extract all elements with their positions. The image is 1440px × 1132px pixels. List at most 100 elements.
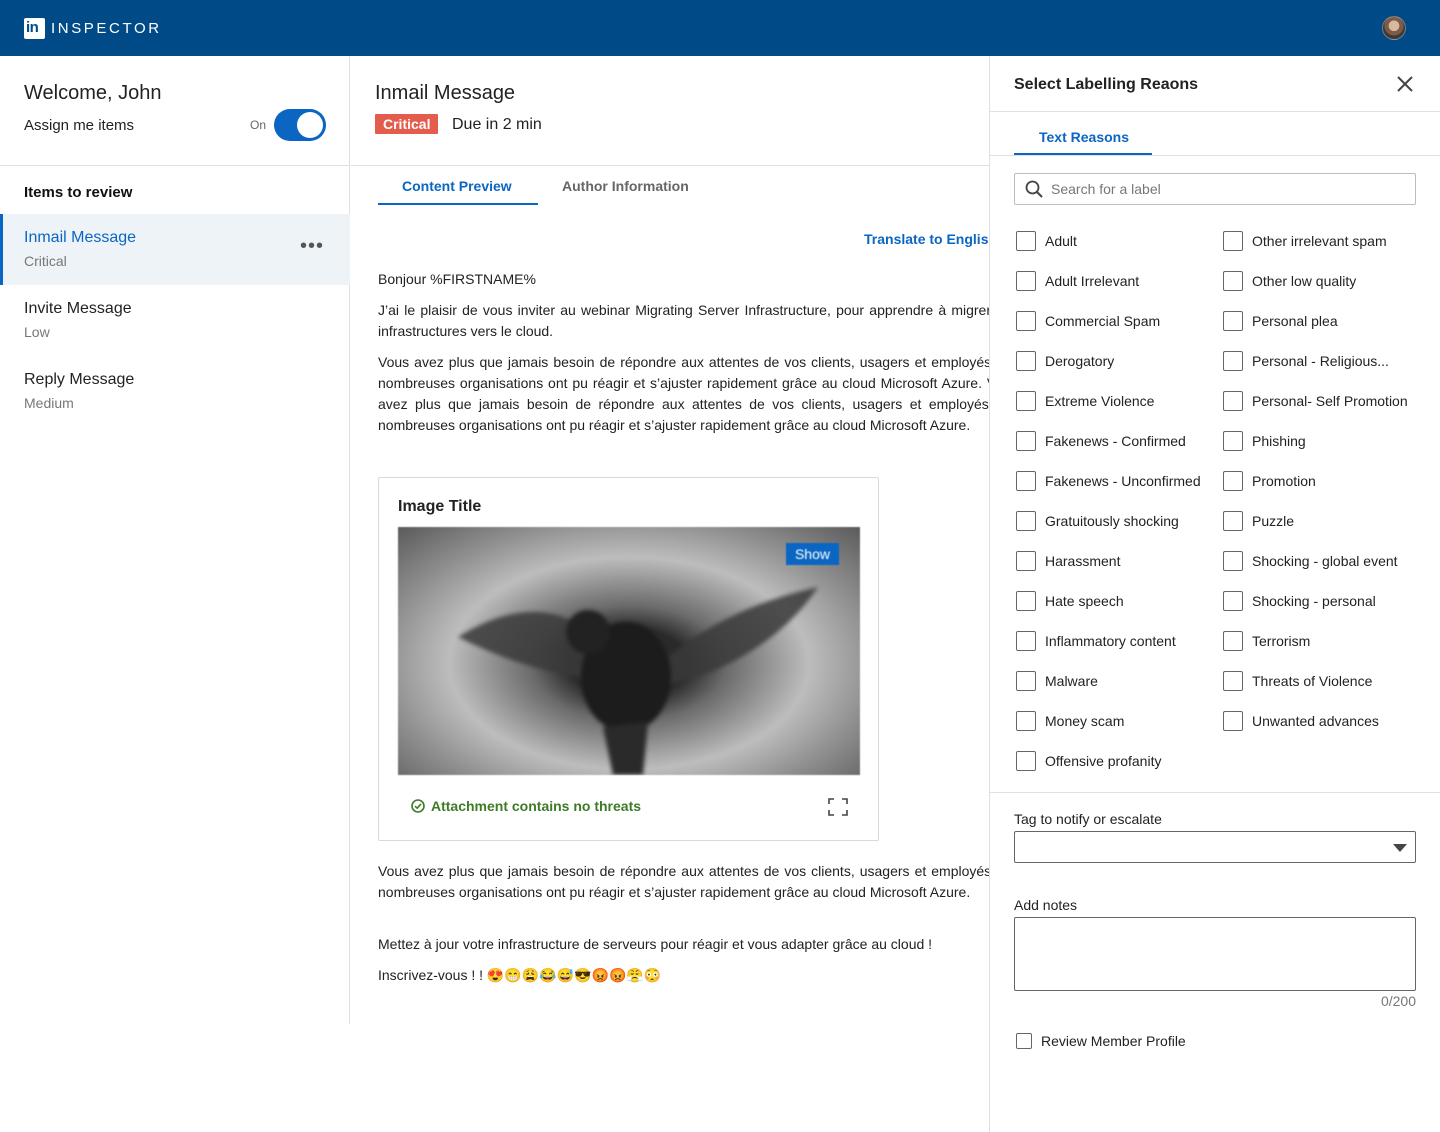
notes-label: Add notes	[1014, 897, 1078, 913]
checkbox[interactable]	[1223, 711, 1243, 731]
reason-checkbox-row[interactable]: Inflammatory content	[1016, 631, 1176, 651]
panel-title: Select Labelling Reaons	[1014, 76, 1199, 93]
search-input[interactable]	[1051, 181, 1391, 197]
queue-item-priority: Critical	[24, 253, 67, 269]
labelling-panel: Select Labelling Reaons Text Reasons Adu…	[989, 56, 1440, 1132]
reason-checkbox-row[interactable]: Other irrelevant spam	[1223, 231, 1387, 251]
message-paragraph: Mettez à jour votre infrastructure de se…	[378, 936, 933, 952]
checkbox[interactable]	[1016, 631, 1036, 651]
show-image-button[interactable]: Show	[785, 543, 839, 565]
reason-checkbox-row[interactable]: Personal - Religious...	[1223, 351, 1389, 371]
reason-checkbox-row[interactable]: Personal plea	[1223, 311, 1338, 331]
reason-checkbox-row[interactable]: Malware	[1016, 671, 1098, 691]
queue-item-inmail[interactable]: Inmail Message Critical •••	[0, 214, 350, 285]
toggle-state-label: On	[250, 118, 267, 132]
expand-icon[interactable]	[828, 798, 848, 816]
reason-checkbox-row[interactable]: Commercial Spam	[1016, 311, 1160, 331]
user-avatar[interactable]	[1382, 16, 1406, 40]
review-member-profile[interactable]: Review Member Profile	[1016, 1033, 1186, 1049]
app-brand: INSPECTOR	[51, 19, 162, 37]
reason-label: Other low quality	[1252, 273, 1357, 289]
checkbox[interactable]	[1223, 231, 1243, 251]
reason-label: Inflammatory content	[1045, 633, 1176, 649]
checkbox[interactable]	[1016, 711, 1036, 731]
checkbox[interactable]	[1016, 391, 1036, 411]
checkbox[interactable]	[1223, 671, 1243, 691]
active-tab-indicator	[378, 203, 538, 205]
linkedin-logo-icon[interactable]: in	[24, 17, 45, 39]
scan-result-text: Attachment contains no threats	[431, 798, 642, 814]
reason-checkbox-row[interactable]: Offensive profanity	[1016, 751, 1161, 771]
reason-checkbox-row[interactable]: Other low quality	[1223, 271, 1356, 291]
checkbox[interactable]	[1016, 271, 1036, 291]
checkbox[interactable]	[1016, 591, 1036, 611]
welcome-heading: Welcome, John	[24, 82, 162, 104]
divider	[0, 165, 350, 166]
tab-text-reasons[interactable]: Text Reasons	[1039, 129, 1129, 145]
checkbox[interactable]	[1223, 471, 1243, 491]
checkbox[interactable]	[1223, 271, 1243, 291]
reason-label: Hate speech	[1045, 593, 1124, 609]
queue-item-title: Reply Message	[24, 371, 135, 388]
reason-checkbox-row[interactable]: Promotion	[1223, 471, 1316, 491]
tab-content-preview[interactable]: Content Preview	[402, 178, 512, 194]
reason-checkbox-row[interactable]: Money scam	[1016, 711, 1124, 731]
reason-checkbox-row[interactable]: Harassment	[1016, 551, 1120, 571]
checkbox[interactable]	[1016, 471, 1036, 491]
label-search	[1014, 173, 1416, 205]
top-bar: in INSPECTOR	[0, 0, 1440, 56]
reason-checkbox-row[interactable]: Shocking - global event	[1223, 551, 1398, 571]
reason-checkbox-row[interactable]: Adult Irrelevant	[1016, 271, 1139, 291]
checkbox[interactable]	[1223, 591, 1243, 611]
message-paragraph: J’ai le plaisir de vous inviter au webin…	[378, 302, 990, 339]
reason-checkbox-row[interactable]: Fakenews - Confirmed	[1016, 431, 1186, 451]
message-paragraph: Inscrivez-vous ! ! 😍😁😩😂😅😎😡😡😤😳	[378, 967, 662, 983]
translate-link[interactable]: Translate to English	[864, 231, 990, 247]
reason-checkbox-row[interactable]: Gratuitously shocking	[1016, 511, 1179, 531]
reason-checkbox-row[interactable]: Shocking - personal	[1223, 591, 1376, 611]
reason-label: Personal - Religious...	[1252, 353, 1389, 369]
reason-checkbox-row[interactable]: Personal- Self Promotion	[1223, 391, 1408, 411]
checkbox[interactable]	[1223, 551, 1243, 571]
queue-item-reply[interactable]: Reply Message Medium	[0, 356, 350, 427]
tab-author-information[interactable]: Author Information	[562, 178, 689, 194]
reason-checkbox-row[interactable]: Extreme Violence	[1016, 391, 1154, 411]
checkbox[interactable]	[1016, 671, 1036, 691]
reason-label: Shocking - global event	[1252, 553, 1398, 569]
ellipsis-icon[interactable]: •••	[300, 236, 324, 256]
reason-checkbox-row[interactable]: Unwanted advances	[1223, 711, 1379, 731]
checkbox[interactable]	[1016, 311, 1036, 331]
checkbox[interactable]	[1223, 311, 1243, 331]
reason-checkbox-row[interactable]: Fakenews - Unconfirmed	[1016, 471, 1201, 491]
reason-checkbox-row[interactable]: Phishing	[1223, 431, 1306, 451]
tag-select[interactable]	[1014, 831, 1416, 863]
checkbox[interactable]	[1016, 551, 1036, 571]
reason-label: Gratuitously shocking	[1045, 513, 1179, 529]
checkbox[interactable]	[1223, 351, 1243, 371]
close-icon[interactable]	[1396, 75, 1414, 93]
notes-field[interactable]	[1014, 917, 1416, 991]
reason-checkbox-row[interactable]: Hate speech	[1016, 591, 1124, 611]
checkbox[interactable]	[1223, 511, 1243, 531]
checkbox[interactable]	[1016, 511, 1036, 531]
reason-checkbox-row[interactable]: Puzzle	[1223, 511, 1294, 531]
blurred-image: Show	[398, 527, 860, 775]
divider	[990, 111, 1440, 112]
assign-toggle[interactable]	[274, 109, 326, 141]
checkbox[interactable]	[1223, 391, 1243, 411]
checkbox[interactable]	[1016, 751, 1036, 771]
reason-checkbox-row[interactable]: Terrorism	[1223, 631, 1310, 651]
reason-checkbox-row[interactable]: Adult	[1016, 231, 1077, 251]
reason-checkbox-row[interactable]: Derogatory	[1016, 351, 1114, 371]
checkbox[interactable]	[1223, 431, 1243, 451]
message-paragraph: Vous avez plus que jamais besoin de répo…	[378, 354, 990, 433]
checkbox[interactable]	[1016, 351, 1036, 371]
reason-checkbox-row[interactable]: Threats of Violence	[1223, 671, 1372, 691]
scan-result: Attachment contains no threats	[411, 798, 641, 814]
review-checkbox[interactable]	[1016, 1033, 1032, 1049]
checkbox[interactable]	[1016, 231, 1036, 251]
checkbox[interactable]	[1016, 431, 1036, 451]
reason-label: Terrorism	[1252, 633, 1311, 649]
checkbox[interactable]	[1223, 631, 1243, 651]
queue-item-invite[interactable]: Invite Message Low	[0, 285, 350, 356]
